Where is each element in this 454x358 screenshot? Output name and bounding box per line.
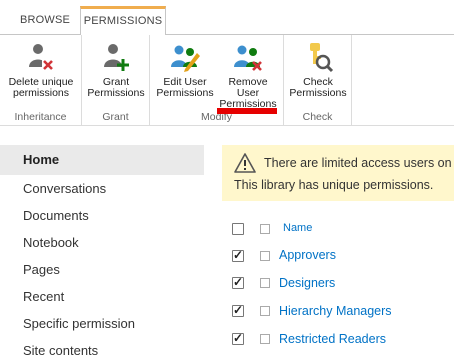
select-all-checkbox[interactable] — [232, 223, 244, 235]
nav-item-notebook[interactable]: Notebook — [23, 235, 79, 250]
grant-label-line2: Permissions — [87, 87, 145, 99]
group-label-grant: Grant — [102, 111, 129, 123]
limited-access-notice: There are limited access users on This l… — [222, 145, 454, 201]
group-label-inheritance: Inheritance — [14, 111, 67, 123]
annotation-underline — [217, 108, 277, 114]
row-item-checkbox[interactable] — [260, 306, 270, 316]
list-item-hierarchy-managers[interactable]: Hierarchy Managers — [279, 304, 392, 318]
delete-permissions-icon — [29, 44, 54, 71]
check-permissions-button[interactable]: Check Permissions — [288, 41, 348, 99]
check-permissions-icon — [310, 43, 334, 73]
row-checkbox[interactable]: ✓ — [232, 303, 244, 317]
delete-unique-label-line2: permissions — [12, 87, 70, 99]
nav-item-home[interactable]: Home — [0, 145, 204, 175]
column-header-name[interactable]: Name — [283, 222, 312, 234]
nav-item-site-contents[interactable]: Site contents — [23, 343, 98, 358]
tab-browse[interactable]: BROWSE — [10, 6, 80, 34]
nav-item-recent[interactable]: Recent — [23, 289, 64, 304]
nav-item-specific-permission[interactable]: Specific permission — [23, 316, 135, 331]
group-check: Check Permissions Check — [284, 35, 352, 125]
group-grant: Grant Permissions Grant — [82, 35, 150, 125]
list-item-restricted-readers[interactable]: Restricted Readers — [279, 332, 386, 346]
list-item-approvers[interactable]: Approvers — [279, 248, 336, 262]
row-checkbox[interactable]: ✓ — [232, 331, 244, 345]
edit-users-icon — [171, 45, 200, 72]
ribbon-tabs: BROWSE PERMISSIONS — [0, 0, 454, 35]
nav-item-pages[interactable]: Pages — [23, 262, 60, 277]
row-item-checkbox[interactable] — [260, 251, 270, 261]
notice-line-2: This library has unique permissions. — [234, 178, 434, 192]
grant-permissions-icon — [104, 44, 129, 71]
remove-user-permissions-button[interactable]: Remove User Permissions — [216, 41, 280, 110]
row-item-checkbox[interactable] — [260, 278, 270, 288]
tab-permissions[interactable]: PERMISSIONS — [80, 6, 166, 35]
header-item-checkbox[interactable] — [260, 224, 270, 234]
grant-permissions-button[interactable]: Grant Permissions — [86, 41, 146, 99]
remove-user-label-line1: Remove User — [228, 76, 268, 99]
checkmark-icon: ✓ — [233, 303, 244, 317]
row-checkbox[interactable]: ✓ — [232, 248, 244, 262]
group-label-check: Check — [302, 111, 333, 123]
row-item-checkbox[interactable] — [260, 334, 270, 344]
checkmark-icon: ✓ — [233, 248, 244, 262]
edit-user-permissions-button[interactable]: Edit User Permissions — [154, 41, 216, 99]
checkmark-icon: ✓ — [233, 275, 244, 289]
remove-users-icon — [234, 45, 262, 71]
check-label-line2: Permissions — [289, 87, 347, 99]
nav-item-conversations[interactable]: Conversations — [23, 181, 106, 196]
list-item-designers[interactable]: Designers — [279, 276, 335, 290]
notice-line-1: There are limited access users on — [264, 156, 452, 170]
nav-item-documents[interactable]: Documents — [23, 208, 89, 223]
group-inheritance: Delete unique permissions Inheritance — [0, 35, 82, 125]
nav-item-home-label: Home — [23, 152, 60, 167]
row-checkbox[interactable]: ✓ — [232, 275, 244, 289]
checkmark-icon: ✓ — [233, 331, 244, 345]
edit-user-label-line2: Permissions — [156, 87, 214, 99]
warning-icon — [234, 153, 256, 173]
delete-unique-permissions-button[interactable]: Delete unique permissions — [5, 41, 77, 99]
